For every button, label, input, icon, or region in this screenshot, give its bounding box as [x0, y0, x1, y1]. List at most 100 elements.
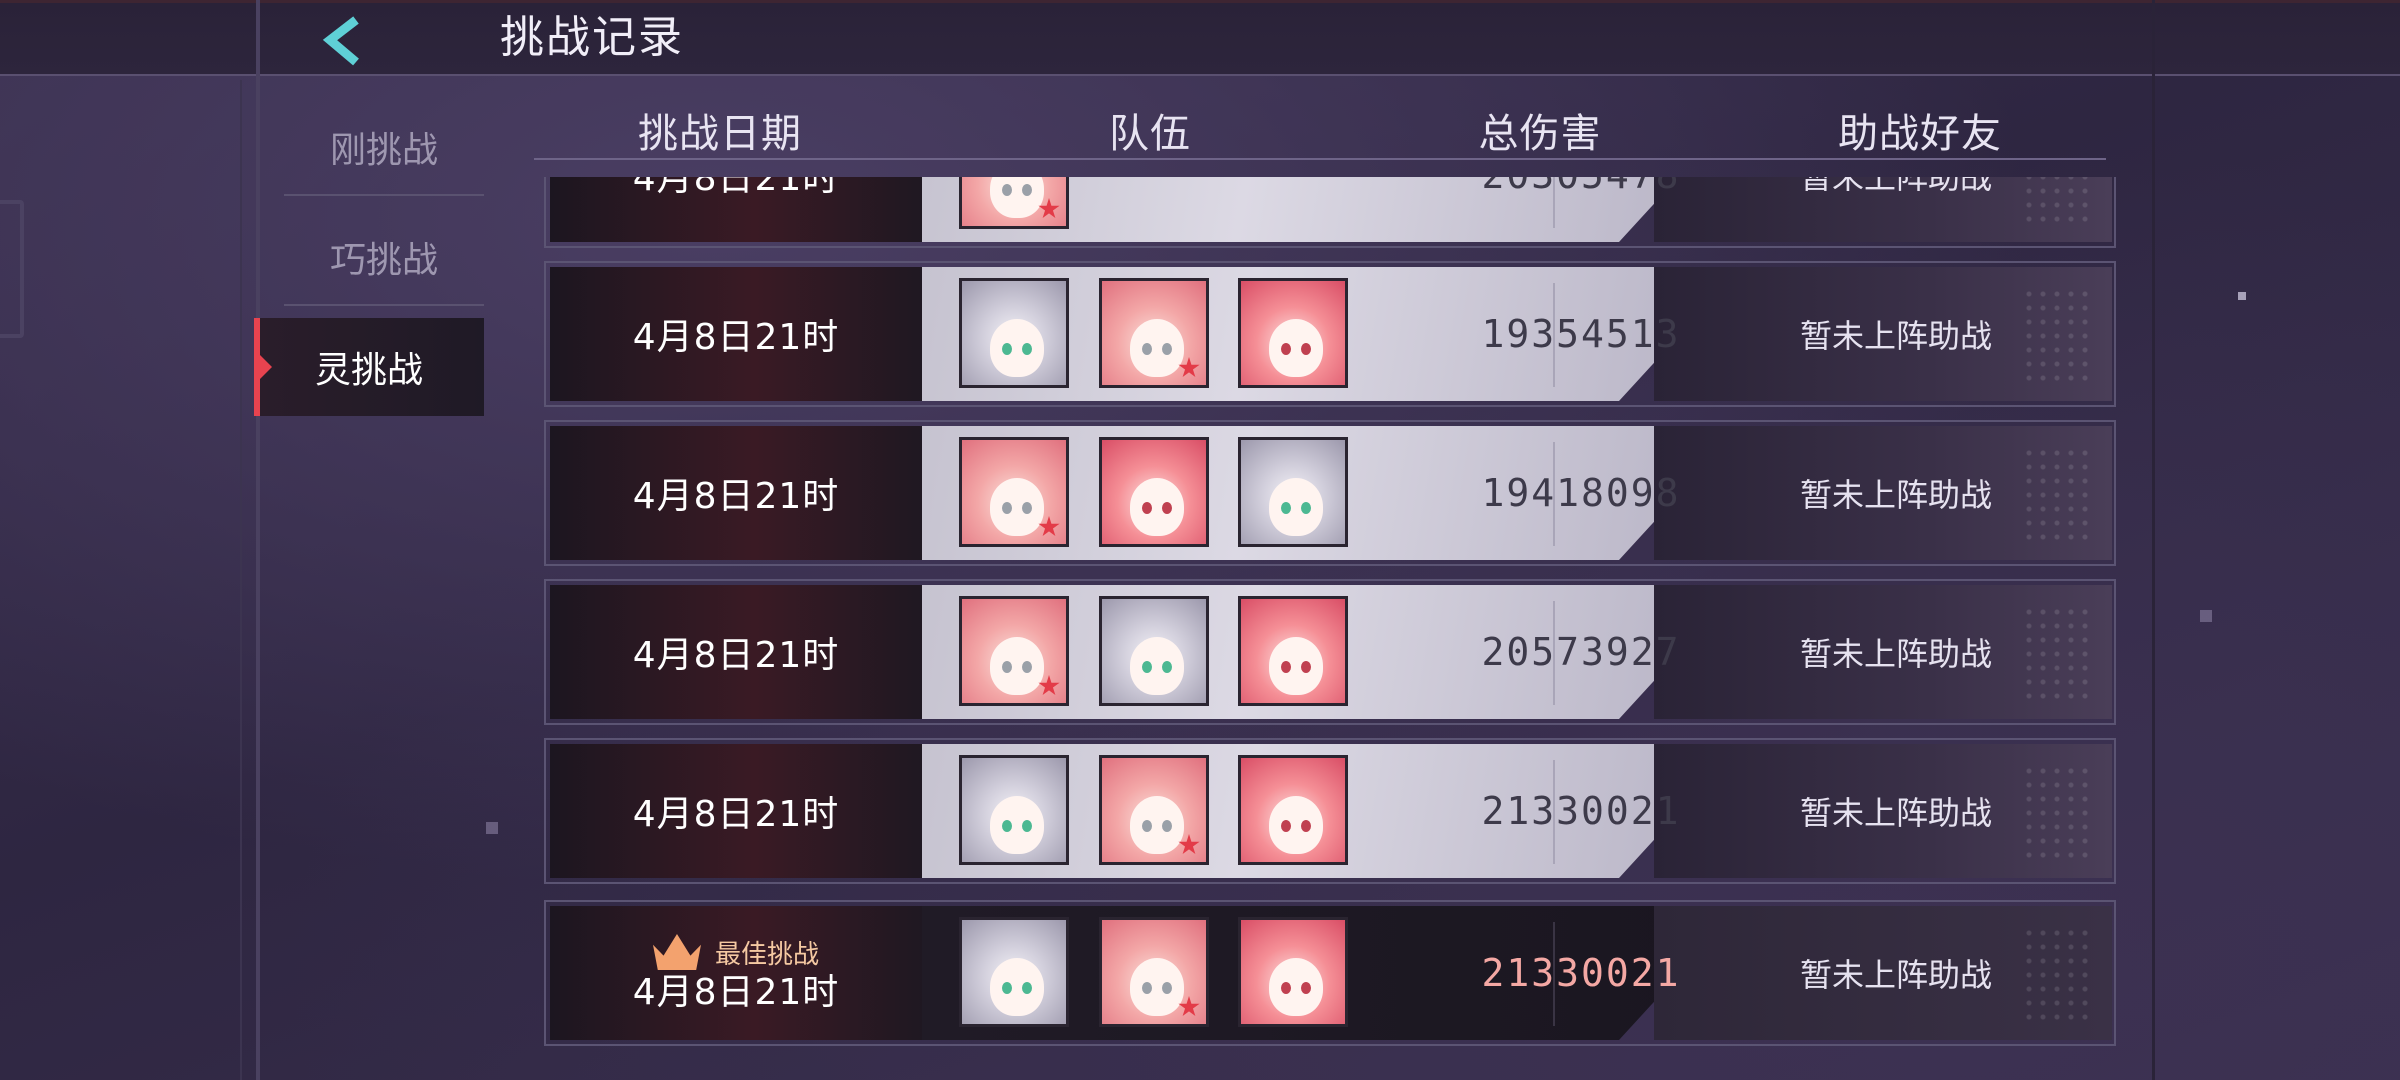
- best-record-row[interactable]: 最佳挑战 4月8日21时 21330021 暂未上阵助战: [544, 900, 2116, 1046]
- avatar-face: [1130, 958, 1184, 1016]
- record-row[interactable]: 4月8日21时 20305478 暂未上阵助战: [544, 177, 2116, 248]
- tab-label: 刚挑战: [329, 130, 438, 171]
- avatar-face: [1130, 637, 1184, 695]
- character-avatar[interactable]: [1238, 278, 1348, 388]
- record-date-cell: 4月8日21时: [550, 177, 922, 242]
- character-avatar[interactable]: [1099, 917, 1209, 1027]
- top-accent-line: [0, 0, 2400, 3]
- record-row[interactable]: 4月8日21时 21330021 暂未上阵助战: [544, 738, 2116, 884]
- avatar-eye: [1281, 661, 1291, 673]
- record-damage: 21330021: [1481, 951, 1681, 995]
- avatar-eye: [1022, 661, 1032, 673]
- character-avatar[interactable]: [959, 596, 1069, 706]
- character-avatar[interactable]: [959, 755, 1069, 865]
- avatar-eye: [1281, 982, 1291, 994]
- tab-label: 巧挑战: [329, 240, 438, 281]
- character-avatar[interactable]: [959, 437, 1069, 547]
- avatar-eye: [1002, 184, 1012, 196]
- character-avatar[interactable]: [1099, 278, 1209, 388]
- record-damage: 19418098: [1481, 471, 1681, 515]
- avatar-eye: [1142, 661, 1152, 673]
- avatar-eye: [1142, 343, 1152, 355]
- avatar-eye: [1281, 343, 1291, 355]
- column-header-friend: 助战好友: [1838, 111, 2002, 157]
- avatar-eye: [1142, 820, 1152, 832]
- avatar-eye: [1002, 982, 1012, 994]
- avatar-face: [990, 478, 1044, 536]
- record-date: 4月8日21时: [632, 476, 840, 517]
- character-avatar[interactable]: [1099, 596, 1209, 706]
- decorative-hexagon: [0, 200, 24, 338]
- record-friend: 暂未上阵助战: [1799, 956, 1992, 994]
- record-date-cell: 最佳挑战 4月8日21时: [550, 906, 922, 1040]
- record-date: 4月8日21时: [632, 317, 840, 358]
- character-avatar[interactable]: [959, 177, 1069, 229]
- record-row[interactable]: 4月8日21时 19354513 暂未上阵助战: [544, 261, 2116, 407]
- tab-gang-challenge[interactable]: 刚挑战: [284, 98, 484, 196]
- avatar-eye: [1002, 343, 1012, 355]
- record-date-cell: 4月8日21时: [550, 585, 922, 719]
- avatar-face: [1269, 319, 1323, 377]
- record-date: 4月8日21时: [632, 794, 840, 835]
- tab-label: 灵挑战: [314, 350, 423, 391]
- avatar-eye: [1162, 820, 1172, 832]
- chevron-left-icon: [322, 16, 359, 66]
- record-friend: 暂未上阵助战: [1799, 635, 1992, 673]
- character-avatar[interactable]: [1099, 437, 1209, 547]
- character-avatar[interactable]: [959, 278, 1069, 388]
- decorative-dot: [486, 822, 498, 834]
- column-header-damage: 总伤害: [1478, 111, 1602, 157]
- tab-qiao-challenge[interactable]: 巧挑战: [284, 208, 484, 306]
- decorative-dot: [2238, 292, 2246, 300]
- record-date: 4月8日21时: [632, 971, 840, 1013]
- avatar-eye: [1301, 661, 1311, 673]
- record-row[interactable]: 4月8日21时 19418098 暂未上阵助战: [544, 420, 2116, 566]
- avatar-face: [1269, 796, 1323, 854]
- avatar-eye: [1002, 661, 1012, 673]
- avatar-eye: [1162, 502, 1172, 514]
- tab-ling-challenge[interactable]: 灵挑战: [254, 318, 484, 416]
- sidebar-divider: [256, 0, 260, 1080]
- record-damage: 20305478: [1426, 177, 1736, 242]
- record-damage: 21330021: [1481, 789, 1681, 833]
- avatar-eye: [1142, 502, 1152, 514]
- avatar-eye: [1301, 982, 1311, 994]
- avatar-face: [990, 796, 1044, 854]
- avatar-eye: [1301, 820, 1311, 832]
- avatar-face: [1269, 637, 1323, 695]
- character-avatar[interactable]: [1238, 437, 1348, 547]
- best-label: 最佳挑战: [714, 939, 819, 970]
- column-header-date: 挑战日期: [638, 111, 802, 157]
- avatar-eye: [1002, 502, 1012, 514]
- tab-divider: [284, 304, 484, 306]
- avatar-eye: [1002, 820, 1012, 832]
- records-list[interactable]: 4月8日21时 20305478 暂未上阵助战 4月8日21时 19354513…: [540, 177, 2120, 1080]
- avatar-eye: [1162, 661, 1172, 673]
- avatar-eye: [1022, 982, 1032, 994]
- avatar-eye: [1162, 982, 1172, 994]
- character-avatar[interactable]: [1238, 917, 1348, 1027]
- avatar-eye: [1022, 502, 1032, 514]
- avatar-eye: [1301, 343, 1311, 355]
- avatar-face: [990, 637, 1044, 695]
- avatar-eye: [1142, 982, 1152, 994]
- record-date-cell: 4月8日21时: [550, 744, 922, 878]
- crown-icon: [652, 934, 701, 970]
- record-row[interactable]: 4月8日21时 20573927 暂未上阵助战: [544, 579, 2116, 725]
- record-date-cell: 4月8日21时: [550, 267, 922, 401]
- avatar-face: [1269, 958, 1323, 1016]
- character-avatar[interactable]: [1099, 755, 1209, 865]
- avatar-eye: [1162, 343, 1172, 355]
- avatar-face: [1130, 478, 1184, 536]
- record-friend: 暂未上阵助战: [1799, 177, 1992, 196]
- character-avatar[interactable]: [1238, 755, 1348, 865]
- avatar-eye: [1022, 820, 1032, 832]
- tab-divider: [284, 194, 484, 196]
- avatar-eye: [1281, 502, 1291, 514]
- avatar-face: [990, 177, 1044, 218]
- character-avatar[interactable]: [959, 917, 1069, 1027]
- record-friend: 暂未上阵助战: [1799, 476, 1992, 514]
- character-avatar[interactable]: [1238, 596, 1348, 706]
- back-button[interactable]: [312, 12, 372, 70]
- record-date: 4月8日21时: [632, 635, 840, 676]
